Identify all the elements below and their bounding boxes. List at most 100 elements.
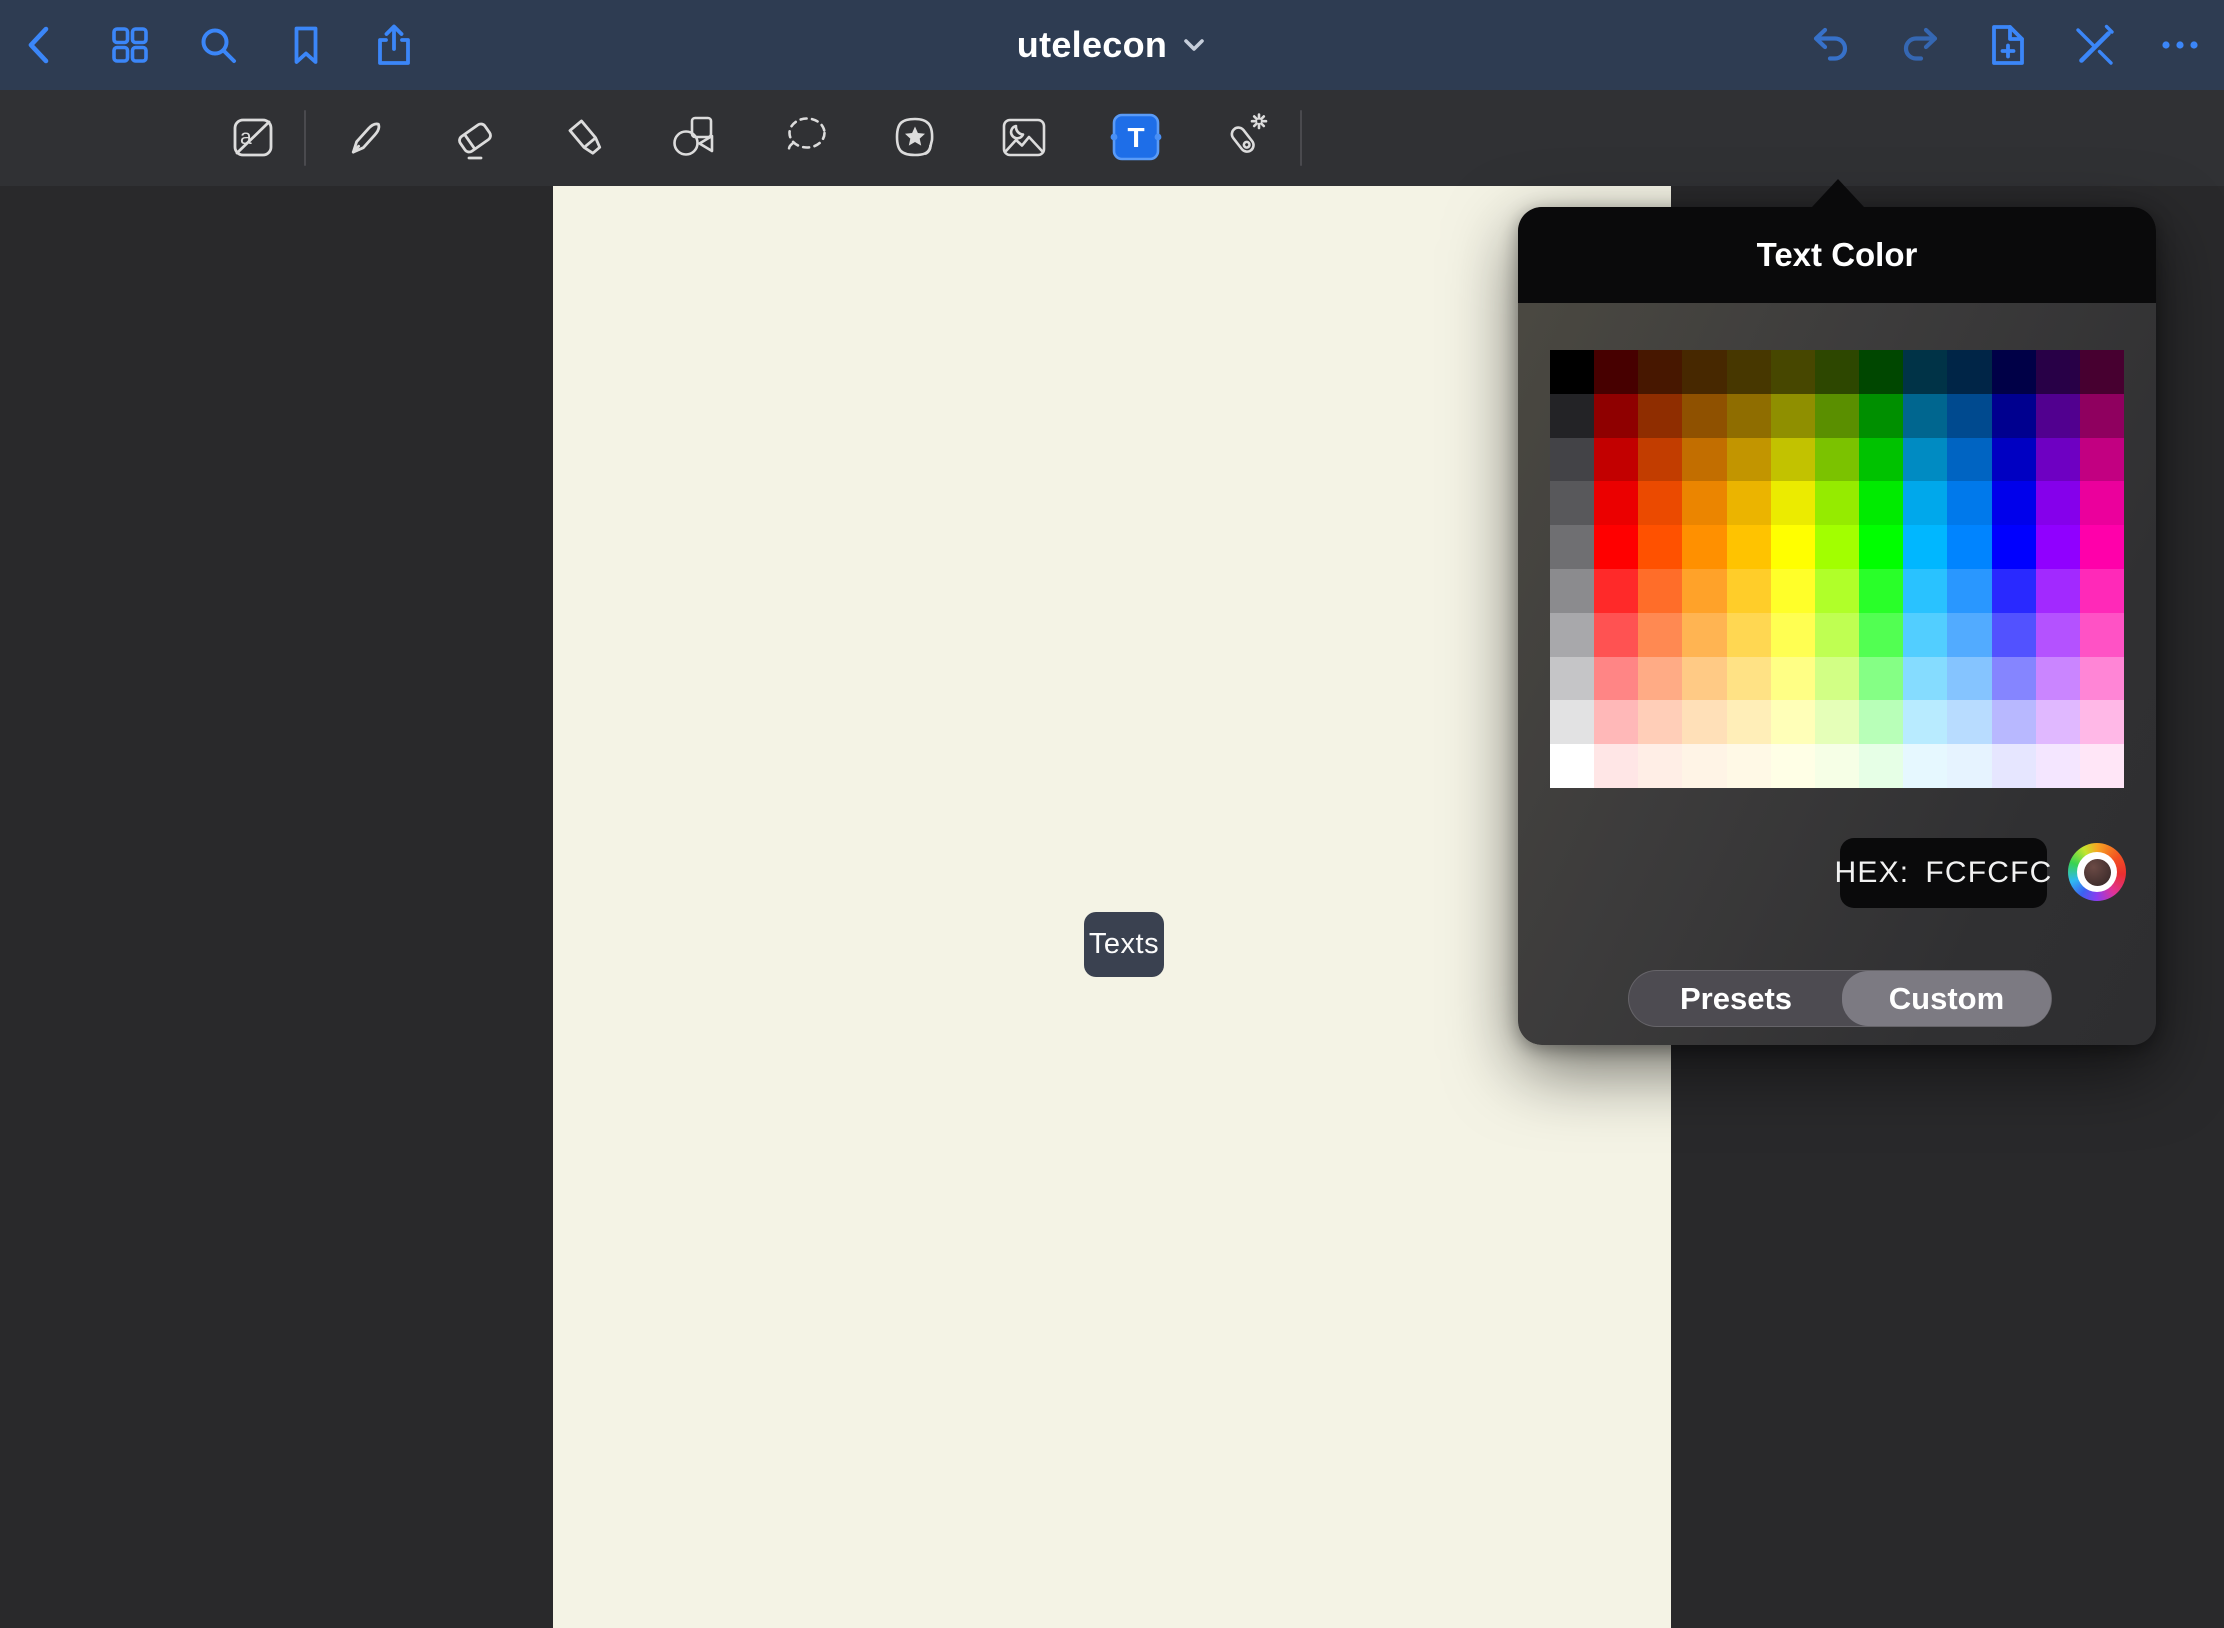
color-swatch[interactable]: [1771, 481, 1815, 525]
color-swatch[interactable]: [1638, 744, 1682, 788]
color-swatch[interactable]: [2080, 438, 2124, 482]
color-swatch[interactable]: [1594, 613, 1638, 657]
color-swatch[interactable]: [1638, 350, 1682, 394]
tool-highlighter[interactable]: [556, 96, 616, 180]
color-swatch[interactable]: [1727, 350, 1771, 394]
color-swatch[interactable]: [1771, 394, 1815, 438]
color-swatch[interactable]: [1638, 569, 1682, 613]
color-swatch[interactable]: [1550, 657, 1594, 701]
color-swatch[interactable]: [2036, 657, 2080, 701]
search-button[interactable]: [194, 21, 242, 69]
color-swatch[interactable]: [1682, 569, 1726, 613]
color-swatch[interactable]: [1859, 700, 1903, 744]
stylus-toggle-button[interactable]: [2069, 21, 2117, 69]
color-swatch[interactable]: [1771, 569, 1815, 613]
color-swatch[interactable]: [1903, 657, 1947, 701]
color-swatch[interactable]: [1682, 438, 1726, 482]
color-swatch[interactable]: [2080, 657, 2124, 701]
color-swatch[interactable]: [1859, 525, 1903, 569]
color-swatch[interactable]: [1594, 657, 1638, 701]
color-swatch[interactable]: [2080, 744, 2124, 788]
color-swatch[interactable]: [1992, 438, 2036, 482]
color-swatch[interactable]: [1859, 744, 1903, 788]
color-swatch[interactable]: [1903, 744, 1947, 788]
color-swatch[interactable]: [1815, 525, 1859, 569]
color-swatch[interactable]: [1550, 744, 1594, 788]
color-swatch[interactable]: [1727, 744, 1771, 788]
color-swatch[interactable]: [1815, 744, 1859, 788]
color-swatch[interactable]: [1682, 394, 1726, 438]
color-swatch[interactable]: [2080, 350, 2124, 394]
color-swatch[interactable]: [1947, 438, 1991, 482]
color-swatch[interactable]: [1550, 394, 1594, 438]
color-swatch[interactable]: [2036, 700, 2080, 744]
color-swatch[interactable]: [1903, 394, 1947, 438]
color-swatch[interactable]: [1638, 394, 1682, 438]
color-swatch[interactable]: [1771, 613, 1815, 657]
color-swatch[interactable]: [1903, 481, 1947, 525]
color-swatch[interactable]: [2036, 613, 2080, 657]
color-swatch[interactable]: [1947, 657, 1991, 701]
color-swatch[interactable]: [2036, 481, 2080, 525]
color-swatch[interactable]: [1727, 394, 1771, 438]
color-swatch[interactable]: [1947, 744, 1991, 788]
share-button[interactable]: [370, 21, 418, 69]
color-swatch[interactable]: [1815, 700, 1859, 744]
color-swatch[interactable]: [1992, 700, 2036, 744]
tool-text[interactable]: T: [1106, 96, 1166, 180]
color-swatch[interactable]: [1771, 744, 1815, 788]
color-swatch[interactable]: [1727, 569, 1771, 613]
color-swatch[interactable]: [1947, 481, 1991, 525]
color-swatch[interactable]: [1992, 394, 2036, 438]
color-swatch[interactable]: [1815, 394, 1859, 438]
color-swatch[interactable]: [2036, 350, 2080, 394]
color-swatch[interactable]: [1594, 700, 1638, 744]
back-button[interactable]: [18, 21, 66, 69]
tool-reading-mode[interactable]: a: [222, 96, 282, 180]
color-swatch[interactable]: [2080, 525, 2124, 569]
color-swatch[interactable]: [1550, 700, 1594, 744]
color-swatch[interactable]: [1550, 350, 1594, 394]
color-swatch[interactable]: [2036, 394, 2080, 438]
color-swatch[interactable]: [1859, 657, 1903, 701]
color-swatch[interactable]: [2080, 569, 2124, 613]
color-swatch[interactable]: [1947, 394, 1991, 438]
color-swatch[interactable]: [2080, 700, 2124, 744]
color-swatch[interactable]: [1727, 613, 1771, 657]
color-swatch[interactable]: [1859, 394, 1903, 438]
color-swatch[interactable]: [1638, 613, 1682, 657]
color-swatch[interactable]: [1903, 700, 1947, 744]
color-swatch[interactable]: [2036, 525, 2080, 569]
color-swatch[interactable]: [1594, 569, 1638, 613]
color-swatch[interactable]: [2036, 569, 2080, 613]
add-page-button[interactable]: [1982, 21, 2030, 69]
color-swatch[interactable]: [1859, 613, 1903, 657]
color-swatch[interactable]: [2080, 394, 2124, 438]
redo-button[interactable]: [1895, 21, 1943, 69]
document-page[interactable]: [553, 186, 1671, 1628]
color-swatch[interactable]: [1682, 525, 1726, 569]
color-swatch[interactable]: [1992, 744, 2036, 788]
color-swatch[interactable]: [1594, 744, 1638, 788]
color-swatch[interactable]: [1771, 525, 1815, 569]
color-swatch[interactable]: [1859, 569, 1903, 613]
color-swatch[interactable]: [1815, 657, 1859, 701]
color-swatch[interactable]: [1903, 569, 1947, 613]
color-swatch[interactable]: [1682, 613, 1726, 657]
color-swatch[interactable]: [2036, 438, 2080, 482]
tool-pen[interactable]: [336, 96, 396, 180]
color-swatch[interactable]: [1771, 657, 1815, 701]
color-swatch[interactable]: [1594, 525, 1638, 569]
color-swatch[interactable]: [1992, 657, 2036, 701]
color-swatch[interactable]: [1682, 657, 1726, 701]
color-swatch[interactable]: [1771, 350, 1815, 394]
color-swatch[interactable]: [1550, 569, 1594, 613]
color-swatch[interactable]: [1550, 438, 1594, 482]
hex-input[interactable]: HEX: FCFCFC: [1840, 838, 2047, 908]
color-swatch[interactable]: [1815, 481, 1859, 525]
thumbnails-button[interactable]: [106, 21, 154, 69]
color-swatch[interactable]: [1815, 350, 1859, 394]
tool-elements[interactable]: [885, 96, 945, 180]
color-swatch[interactable]: [1903, 613, 1947, 657]
color-swatch[interactable]: [1947, 525, 1991, 569]
